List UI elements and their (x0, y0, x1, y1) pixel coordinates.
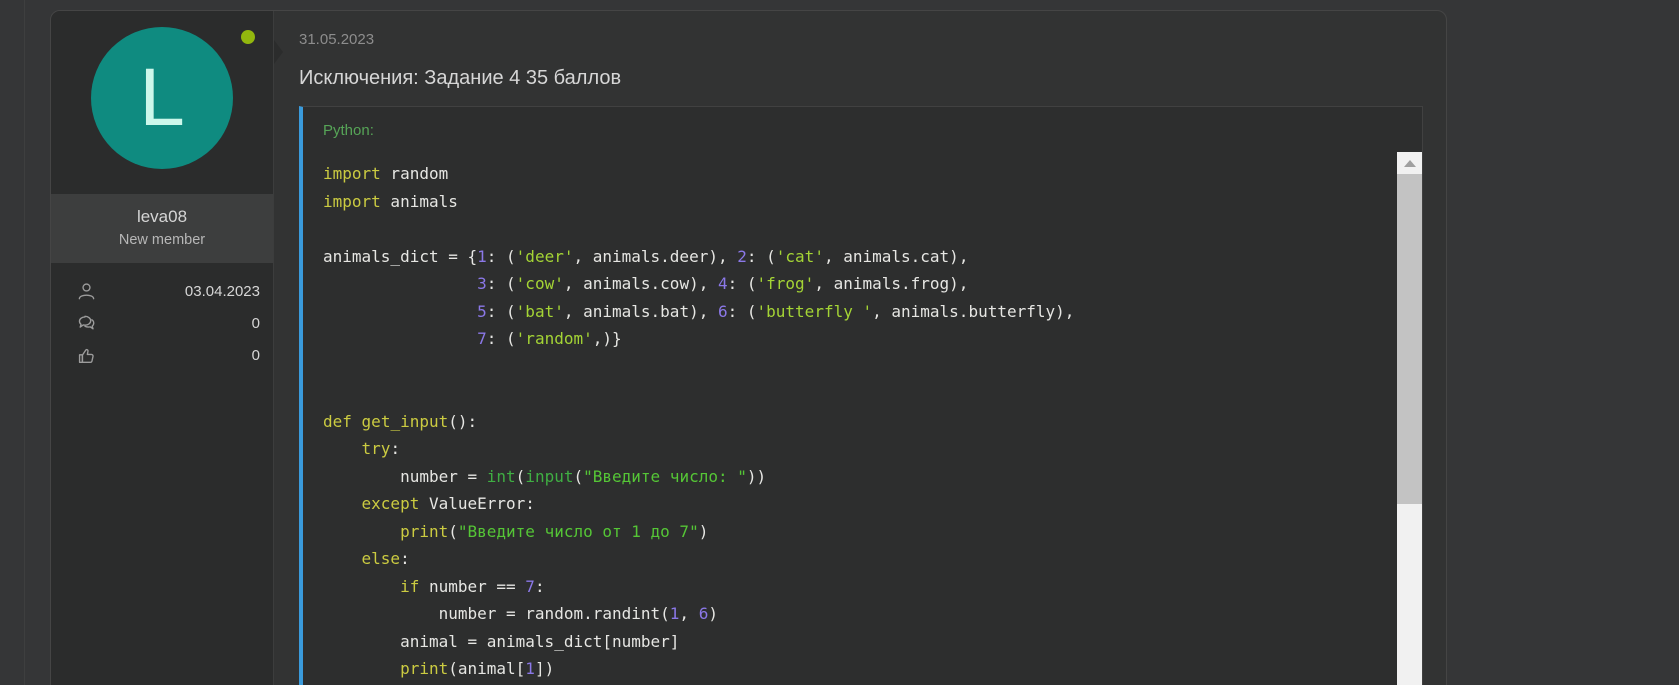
member-icon (76, 281, 97, 302)
likes-icon (76, 345, 97, 366)
messages-icon (76, 313, 97, 334)
post-date-link[interactable]: 31.05.2023 (299, 31, 1423, 49)
stat-row-messages: 0 (76, 307, 260, 339)
post-title: Исключения: Задание 4 35 баллов (299, 66, 1423, 90)
user-stats: 03.04.2023 0 0 (51, 263, 273, 371)
username-link[interactable]: leva08 (59, 207, 265, 227)
user-title-block: leva08 New member (51, 194, 273, 263)
joined-date: 03.04.2023 (185, 283, 260, 300)
message-bubble-arrow (274, 40, 283, 64)
avatar-letter: L (139, 57, 185, 139)
author-cell: L leva08 New member 03.04.2023 0 (51, 11, 274, 685)
code-block: Python: import randomimport animalsanima… (299, 106, 1423, 685)
scroll-up-arrow-icon (1404, 160, 1416, 167)
code-language-label: Python: (303, 107, 1422, 152)
scrollbar-thumb[interactable] (1397, 174, 1422, 504)
avatar[interactable]: L (91, 27, 233, 169)
code-scrollbar[interactable] (1397, 152, 1422, 685)
scroll-up-button[interactable] (1397, 152, 1422, 174)
online-status-dot (241, 30, 255, 44)
likes-count: 0 (252, 347, 260, 364)
messages-count: 0 (252, 315, 260, 332)
stat-row-likes: 0 (76, 339, 260, 371)
user-role: New member (59, 232, 265, 248)
code-viewport: import randomimport animalsanimals_dict … (303, 152, 1422, 685)
code-text: import randomimport animalsanimals_dict … (303, 152, 1397, 685)
post-card: L leva08 New member 03.04.2023 0 (50, 10, 1447, 685)
stat-row-joined: 03.04.2023 (76, 275, 260, 307)
message-content-cell: 31.05.2023 Исключения: Задание 4 35 балл… (274, 11, 1448, 685)
forum-page: { "post": { "date": "31.05.2023", "title… (0, 0, 1679, 685)
page-left-divider (24, 0, 25, 685)
avatar-area: L (51, 11, 273, 194)
